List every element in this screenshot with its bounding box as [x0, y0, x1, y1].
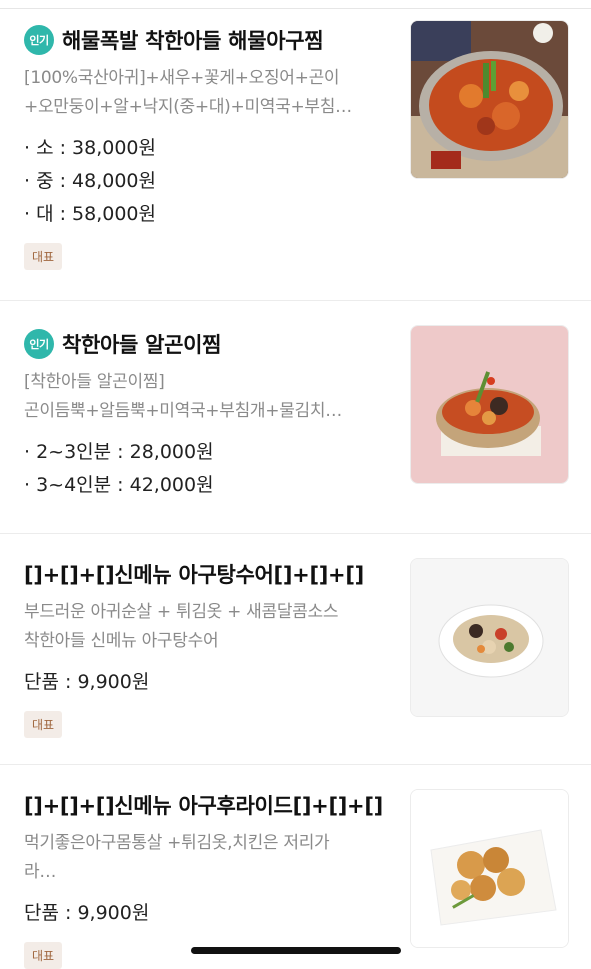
popular-badge: 인기 [24, 25, 54, 55]
menu-title: []+[]+[]신메뉴 아구후라이드[]+[]+[] [24, 794, 383, 818]
menu-item-agu-fried[interactable]: []+[]+[]신메뉴 아구후라이드[]+[]+[] 먹기좋은아구몸통살 +튀김… [0, 765, 591, 969]
algonijjim-photo[interactable] [410, 325, 569, 484]
menu-title: 착한아들 알곤이찜 [62, 333, 222, 357]
description-line: 라… [24, 862, 57, 882]
description-line: +오만둥이+알+낙지(중+대)+미역국+부침… [24, 97, 352, 117]
home-indicator[interactable] [191, 947, 401, 954]
price-option: 단품 : 9,900원 [24, 902, 150, 924]
menu-item-seafood-agujjim[interactable]: 인기 해물폭발 착한아들 해물아구찜 [100%국산아귀]+새우+꽃게+오징어+… [0, 0, 591, 300]
menu-description: 부드러운 아귀순살 + 튀김옷 + 새콤달콤소스 착한아들 신메뉴 아구탕수어 [24, 598, 394, 656]
agu-fried-photo[interactable] [410, 789, 569, 948]
popular-badge: 인기 [24, 329, 54, 359]
signature-tag: 대표 [24, 711, 63, 738]
price-option: · 소 : 38,000원 [24, 137, 157, 159]
description-line: 착한아들 신메뉴 아구탕수어 [24, 631, 219, 651]
description-line: 부드러운 아귀순살 + 튀김옷 + 새콤달콤소스 [24, 602, 339, 622]
menu-description: 먹기좋은아구몸통살 +튀김옷,치킨은 저리가 라… [24, 829, 394, 887]
price-list: · 2~3인분 : 28,000원 · 3~4인분 : 42,000원 [24, 436, 394, 502]
description-line: [100%국산아귀]+새우+꽃게+오징어+곤이 [24, 68, 340, 88]
signature-tag: 대표 [24, 942, 63, 969]
menu-description: [착한아들 알곤이찜] 곤이듬뿍+알듬뿍+미역국+부침개+물김치… [24, 368, 394, 426]
signature-tag: 대표 [24, 243, 63, 270]
price-option: 단품 : 9,900원 [24, 671, 150, 693]
price-option: · 2~3인분 : 28,000원 [24, 441, 214, 463]
menu-item-algonijjim[interactable]: 인기 착한아들 알곤이찜 [착한아들 알곤이찜] 곤이듬뿍+알듬뿍+미역국+부침… [0, 301, 591, 533]
price-option: · 대 : 58,000원 [24, 203, 157, 225]
price-option: · 중 : 48,000원 [24, 170, 157, 192]
menu-title: 해물폭발 착한아들 해물아구찜 [62, 29, 324, 53]
menu-description: [100%국산아귀]+새우+꽃게+오징어+곤이 +오만둥이+알+낙지(중+대)+… [24, 64, 394, 122]
agu-tangsueo-photo[interactable] [410, 558, 569, 717]
price-list: 단품 : 9,900원 [24, 666, 394, 699]
menu-item-agu-tangsueo[interactable]: []+[]+[]신메뉴 아구탕수어[]+[]+[] 부드러운 아귀순살 + 튀김… [0, 534, 591, 763]
description-line: [착한아들 알곤이찜] [24, 372, 165, 392]
menu-title: []+[]+[]신메뉴 아구탕수어[]+[]+[] [24, 563, 364, 587]
price-list: · 소 : 38,000원 · 중 : 48,000원 · 대 : 58,000… [24, 132, 394, 231]
price-option: · 3~4인분 : 42,000원 [24, 474, 214, 496]
description-line: 먹기좋은아구몸통살 +튀김옷,치킨은 저리가 [24, 833, 330, 853]
description-line: 곤이듬뿍+알듬뿍+미역국+부침개+물김치… [24, 401, 342, 421]
seafood-agujjim-photo[interactable] [410, 20, 569, 179]
price-list: 단품 : 9,900원 [24, 897, 394, 930]
